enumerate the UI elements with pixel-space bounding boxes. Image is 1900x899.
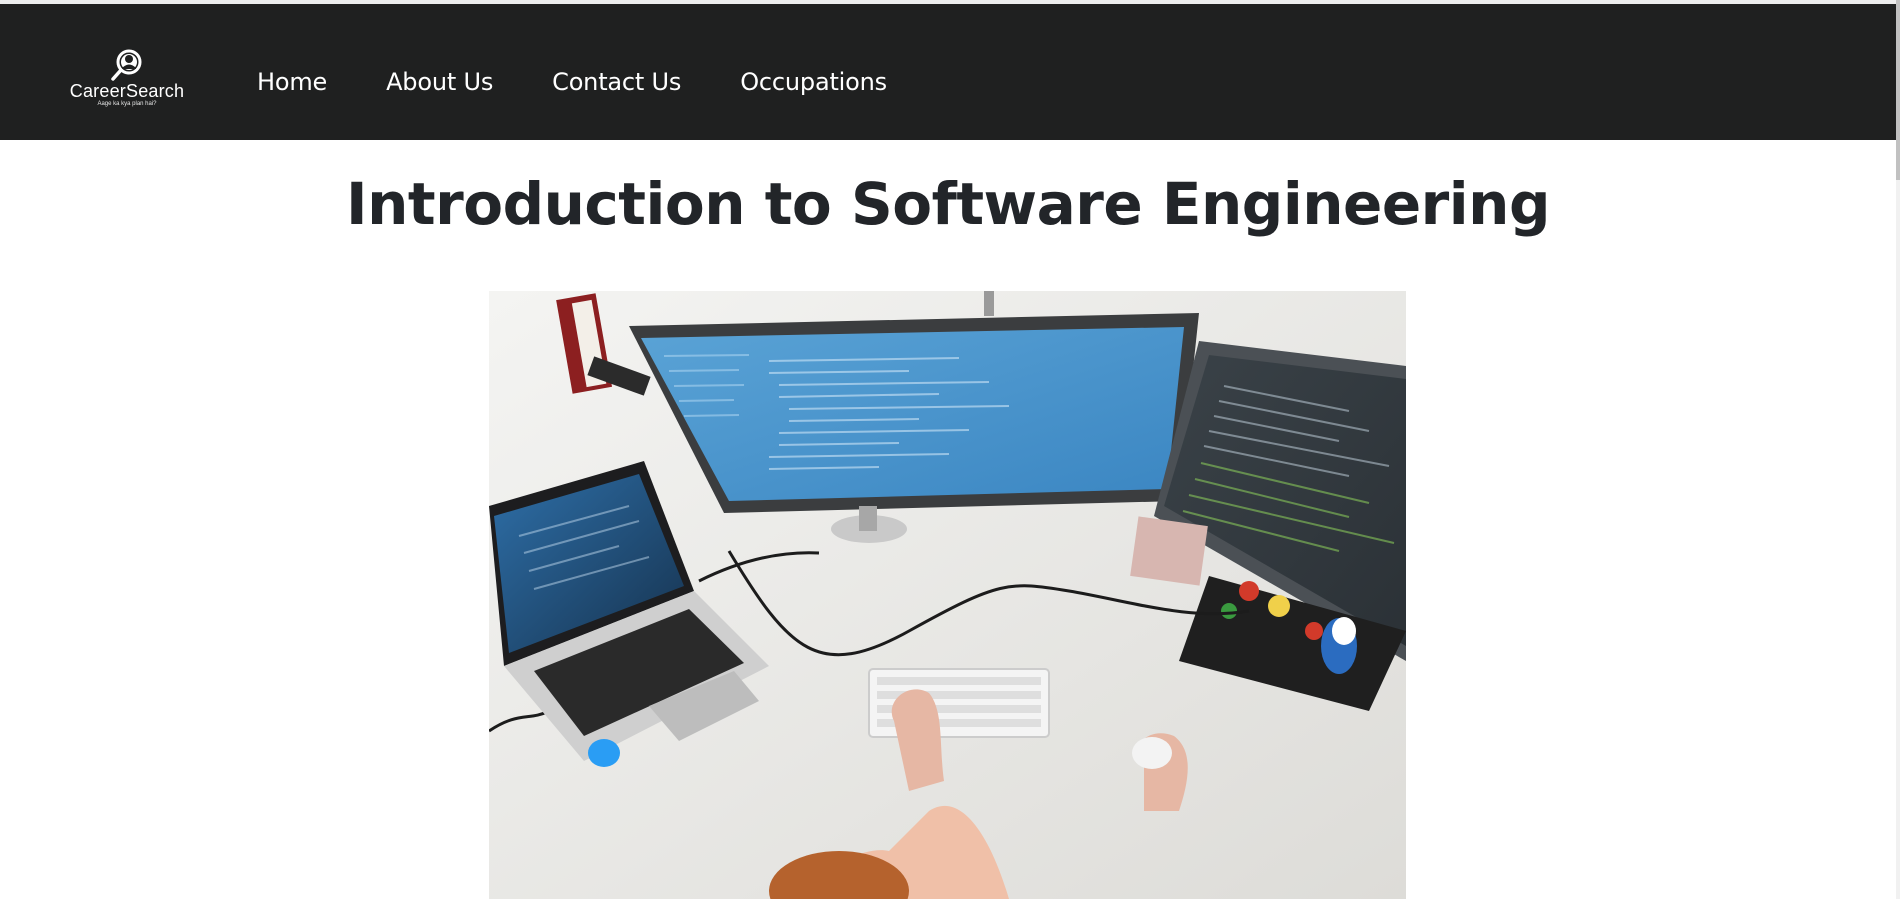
navbar: CareerSearch Aage ka kya plan hai? Home … xyxy=(0,4,1896,140)
nav-links: Home About Us Contact Us Occupations xyxy=(257,62,946,102)
magnifier-avatar-icon xyxy=(111,49,142,81)
scrollbar-thumb[interactable] xyxy=(1896,0,1900,180)
page-title: Introduction to Software Engineering xyxy=(346,170,1550,238)
nav-link-home[interactable]: Home xyxy=(257,68,327,96)
brand-tagline: Aage ka kya plan hai? xyxy=(97,101,157,107)
page: CareerSearch Aage ka kya plan hai? Home … xyxy=(0,0,1900,899)
hero-image xyxy=(489,291,1406,899)
nav-link-occupations[interactable]: Occupations xyxy=(740,68,887,96)
brand-logo[interactable]: CareerSearch Aage ka kya plan hai? xyxy=(60,48,194,112)
brand-name: CareerSearch xyxy=(69,81,185,101)
nav-link-about-us[interactable]: About Us xyxy=(386,68,493,96)
workspace-desk-illustration xyxy=(489,291,1406,899)
nav-link-contact-us[interactable]: Contact Us xyxy=(552,68,681,96)
scrollbar[interactable] xyxy=(1896,0,1900,899)
